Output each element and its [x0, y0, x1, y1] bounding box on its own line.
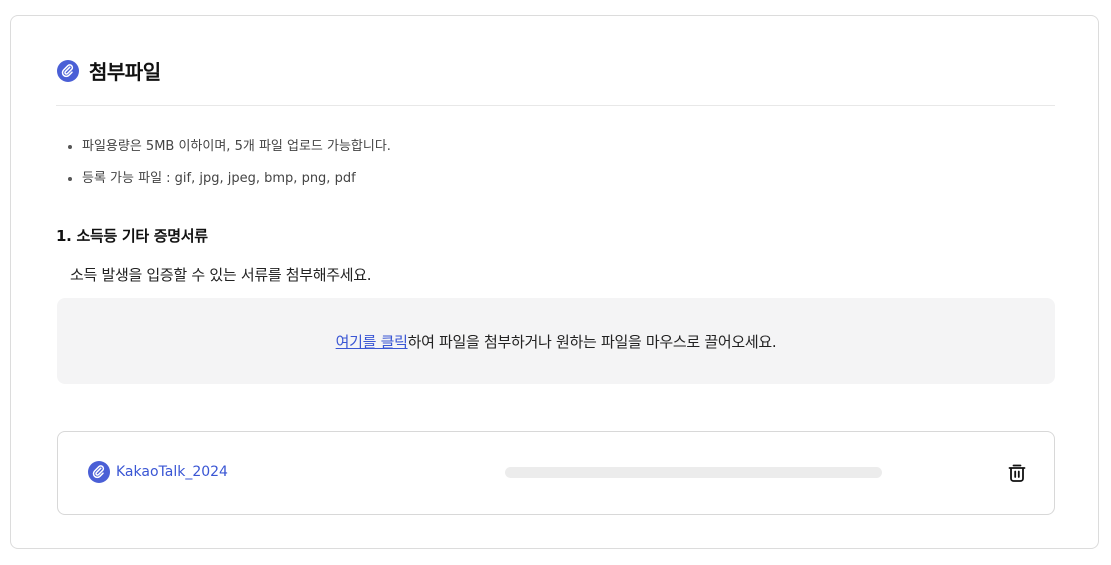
paperclip-icon — [88, 461, 110, 483]
note-item: 파일용량은 5MB 이하이며, 5개 파일 업로드 가능합니다. — [66, 137, 391, 169]
uploaded-file-item: KakaoTalk_2024 — [57, 431, 1055, 515]
bullet-icon — [68, 145, 72, 149]
attachment-header: 첨부파일 — [57, 56, 161, 85]
trash-icon[interactable] — [1007, 462, 1027, 484]
upload-notes: 파일용량은 5MB 이하이며, 5개 파일 업로드 가능합니다. 등록 가능 파… — [66, 137, 391, 201]
file-name-link[interactable]: KakaoTalk_2024 — [116, 464, 229, 480]
attachment-card: 첨부파일 파일용량은 5MB 이하이며, 5개 파일 업로드 가능합니다. 등록… — [10, 15, 1099, 549]
page-title: 첨부파일 — [89, 60, 161, 84]
note-text: 파일용량은 5MB 이하이며, 5개 파일 업로드 가능합니다. — [82, 139, 391, 154]
bullet-icon — [68, 177, 72, 181]
header-divider — [56, 105, 1055, 106]
note-text: 등록 가능 파일 : gif, jpg, jpeg, bmp, png, pdf — [82, 171, 356, 186]
note-item: 등록 가능 파일 : gif, jpg, jpeg, bmp, png, pdf — [66, 169, 391, 201]
file-name-group: KakaoTalk_2024 — [88, 461, 229, 483]
dropzone-instruction: 하여 파일을 첨부하거나 원하는 파일을 마우스로 끌어오세요. — [407, 332, 777, 351]
dropzone-text: 여기를 클릭하여 파일을 첨부하거나 원하는 파일을 마우스로 끌어오세요. — [336, 331, 777, 352]
upload-progress-bar — [505, 467, 882, 478]
section-description: 소득 발생을 입증할 수 있는 서류를 첨부해주세요. — [70, 266, 372, 284]
file-dropzone[interactable]: 여기를 클릭하여 파일을 첨부하거나 원하는 파일을 마우스로 끌어오세요. — [57, 298, 1055, 384]
click-to-upload-link[interactable]: 여기를 클릭 — [336, 333, 408, 351]
paperclip-icon — [57, 59, 79, 82]
section-title: 1. 소득등 기타 증명서류 — [56, 227, 208, 245]
